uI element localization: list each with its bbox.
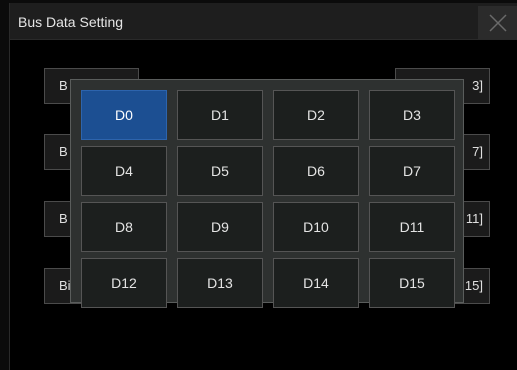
- close-icon: [489, 14, 507, 32]
- data-line-button-d8[interactable]: D8: [81, 202, 167, 252]
- bus-data-setting-dialog: Bus Data Setting B B B Bit 3] 7] 11] 15]…: [9, 3, 517, 370]
- data-line-button-d10[interactable]: D10: [273, 202, 359, 252]
- data-line-button-d6[interactable]: D6: [273, 146, 359, 196]
- close-button[interactable]: [478, 6, 517, 39]
- bit-range-label: 3]: [472, 78, 483, 93]
- data-line-button-d14[interactable]: D14: [273, 258, 359, 308]
- dialog-title: Bus Data Setting: [18, 14, 124, 30]
- data-line-button-d15[interactable]: D15: [369, 258, 455, 308]
- bit-range-label: B: [59, 144, 68, 159]
- data-line-button-d2[interactable]: D2: [273, 90, 359, 140]
- data-line-picker: D0 D1 D2 D3 D4 D5 D6 D7 D8 D9 D10 D11 D1…: [70, 79, 464, 308]
- data-line-button-d3[interactable]: D3: [369, 90, 455, 140]
- data-line-button-d11[interactable]: D11: [369, 202, 455, 252]
- bit-range-label: 11]: [465, 211, 483, 226]
- bit-range-label: B: [59, 78, 68, 93]
- data-line-button-d5[interactable]: D5: [177, 146, 263, 196]
- bit-range-label: 7]: [472, 144, 483, 159]
- data-line-button-d7[interactable]: D7: [369, 146, 455, 196]
- data-line-button-d1[interactable]: D1: [177, 90, 263, 140]
- bit-range-label: B: [59, 211, 68, 226]
- data-line-button-d0[interactable]: D0: [81, 90, 167, 140]
- data-line-button-d9[interactable]: D9: [177, 202, 263, 252]
- data-line-grid: D0 D1 D2 D3 D4 D5 D6 D7 D8 D9 D10 D11 D1…: [81, 90, 455, 308]
- bit-range-label: 15]: [464, 278, 483, 293]
- data-line-button-d4[interactable]: D4: [81, 146, 167, 196]
- data-line-button-d12[interactable]: D12: [81, 258, 167, 308]
- title-bar: Bus Data Setting: [10, 3, 517, 40]
- data-line-button-d13[interactable]: D13: [177, 258, 263, 308]
